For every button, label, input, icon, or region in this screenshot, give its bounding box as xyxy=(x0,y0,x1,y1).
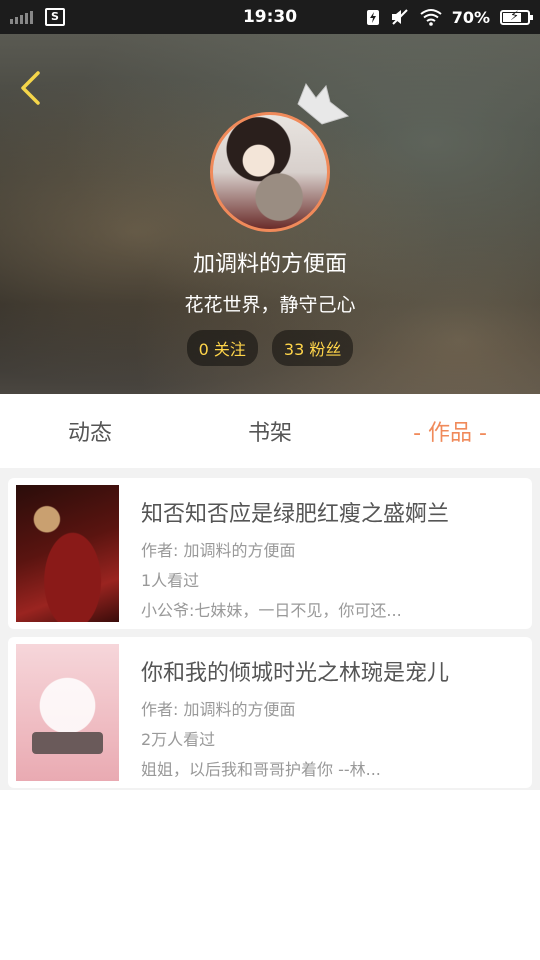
works-list: 知否知否应是绿肥红瘦之盛婀兰 作者: 加调料的方便面 1人看过 小公爷:七妹妹，… xyxy=(0,468,540,790)
list-item[interactable]: 知否知否应是绿肥红瘦之盛婀兰 作者: 加调料的方便面 1人看过 小公爷:七妹妹，… xyxy=(8,478,532,629)
work-views: 2万人看过 xyxy=(141,730,216,749)
book-cover-image[interactable] xyxy=(16,485,119,622)
book-cover-image[interactable] xyxy=(16,644,119,781)
battery-saver-icon xyxy=(366,10,379,25)
username: 加调料的方便面 xyxy=(192,252,347,277)
signal-icon xyxy=(10,10,33,24)
work-author: 作者: 加调料的方便面 xyxy=(141,700,296,719)
work-views: 1人看过 xyxy=(141,571,200,590)
stats-row: 0 关注 33 粉丝 xyxy=(0,330,540,366)
status-bar: S 19:30 70% ⚡ xyxy=(0,0,540,34)
chevron-left-icon xyxy=(21,71,40,105)
followers-count[interactable]: 33 粉丝 xyxy=(271,330,354,366)
following-count[interactable]: 0 关注 xyxy=(186,330,258,366)
work-title[interactable]: 你和我的倾城时光之林琬是宠儿 xyxy=(141,655,524,687)
mute-icon xyxy=(391,9,408,25)
tab-bookshelf[interactable]: 书架 xyxy=(180,415,360,447)
wifi-icon xyxy=(420,9,442,26)
profile-header: 加调料的方便面 花花世界，静守己心 0 关注 33 粉丝 xyxy=(0,34,540,394)
tab-works[interactable]: - 作品 - xyxy=(360,415,540,447)
avatar-container[interactable] xyxy=(210,82,350,232)
battery-percent: 70% xyxy=(451,7,490,27)
tab-bar: 动态 书架 - 作品 - xyxy=(0,394,540,468)
crown-icon xyxy=(297,82,350,125)
work-excerpt: 姐姐，以后我和哥哥护着你 --林... xyxy=(141,760,381,779)
work-title[interactable]: 知否知否应是绿肥红瘦之盛婀兰 xyxy=(141,496,524,528)
signature: 花花世界，静守己心 xyxy=(184,294,356,316)
profile-page: S 19:30 70% ⚡ 加调料的方便面 花花世界，静守己心 0 关注 33 … xyxy=(0,0,540,960)
work-excerpt: 小公爷:七妹妹，一日不见，你可还... xyxy=(141,601,402,620)
back-button[interactable] xyxy=(14,68,46,108)
work-author: 作者: 加调料的方便面 xyxy=(141,541,296,560)
tab-activity[interactable]: 动态 xyxy=(0,415,180,447)
screenshot-icon: S xyxy=(45,8,65,26)
list-item[interactable]: 你和我的倾城时光之林琬是宠儿 作者: 加调料的方便面 2万人看过 姐姐，以后我和… xyxy=(8,637,532,788)
battery-icon: ⚡ xyxy=(500,9,533,25)
